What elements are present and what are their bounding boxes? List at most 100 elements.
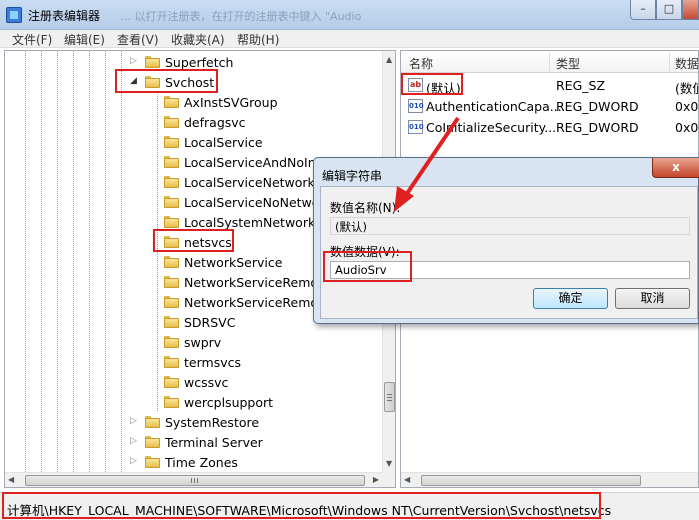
tree-item-label: swprv — [184, 335, 222, 350]
tree-item-terminal-server[interactable]: ▷ Terminal Server — [5, 432, 382, 452]
column-header-name[interactable]: 名称 — [409, 55, 433, 72]
menu-file[interactable]: 文件(F) — [12, 31, 52, 48]
value-name: CoInitializeSecurity... — [426, 120, 557, 135]
values-header: 名称 类型 数据 — [401, 51, 698, 73]
value-row-coinitializesecurity[interactable]: 010 CoInitializeSecurity... REG_DWORD 0x… — [401, 117, 699, 138]
folder-icon — [164, 156, 179, 168]
folder-icon — [145, 456, 160, 468]
folder-icon — [164, 196, 179, 208]
folder-icon — [164, 396, 179, 408]
folder-icon — [145, 436, 160, 448]
scrollbar-thumb[interactable] — [421, 475, 641, 486]
value-data: 0x00 — [675, 99, 699, 114]
value-type: REG_DWORD — [556, 120, 639, 135]
menu-edit[interactable]: 编辑(E) — [64, 31, 105, 48]
tree-item-defragsvc[interactable]: defragsvc — [5, 112, 382, 132]
highlight-registry-path — [2, 492, 601, 519]
highlight-value-data — [323, 251, 412, 282]
scroll-right-icon[interactable]: ▶ — [373, 475, 379, 484]
folder-icon — [164, 136, 179, 148]
value-type: REG_SZ — [556, 78, 606, 93]
tree-item-label: AxInstSVGroup — [184, 95, 278, 110]
expand-icon[interactable]: ▷ — [130, 56, 137, 66]
dword-value-icon: 010 — [408, 120, 424, 134]
tree-item-label: Time Zones — [165, 455, 238, 470]
tree-item-termsvcs[interactable]: termsvcs — [5, 352, 382, 372]
scrollbar-thumb[interactable] — [25, 475, 365, 486]
value-name-label: 数值名称(N): — [330, 201, 401, 215]
expand-icon[interactable]: ▷ — [130, 456, 137, 466]
expand-icon[interactable]: ▷ — [130, 436, 137, 446]
folder-icon — [164, 336, 179, 348]
folder-icon — [164, 96, 179, 108]
folder-icon — [164, 316, 179, 328]
tree-item-label: termsvcs — [184, 355, 241, 370]
menu-favorites[interactable]: 收藏夹(A) — [171, 31, 225, 48]
tree-item-label: SDRSVC — [184, 315, 236, 330]
menu-view[interactable]: 查看(V) — [117, 31, 159, 48]
ok-button[interactable]: 确定 — [533, 288, 608, 309]
folder-icon — [164, 276, 179, 288]
dialog-title: 编辑字符串 — [322, 169, 383, 183]
dialog-close-button[interactable]: x — [652, 158, 699, 178]
edit-string-dialog: 编辑字符串 x 数值名称(N): (默认) 数值数据(V): AudioSrv … — [313, 157, 699, 324]
tree-item-wcssvc[interactable]: wcssvc — [5, 372, 382, 392]
tree-item-wercplsupport[interactable]: wercplsupport — [5, 392, 382, 412]
regedit-app-icon — [6, 7, 22, 23]
tree-item-swprv[interactable]: swprv — [5, 332, 382, 352]
tree-item-time-zones[interactable]: ▷ Time Zones — [5, 452, 382, 472]
folder-icon — [164, 116, 179, 128]
highlight-default-value — [401, 73, 463, 95]
tree-item-label: wercplsupport — [184, 395, 274, 410]
folder-icon — [164, 176, 179, 188]
folder-icon — [145, 416, 160, 428]
menu-bar: 文件(F) 编辑(E) 查看(V) 收藏夹(A) 帮助(H) — [0, 30, 699, 48]
column-header-type[interactable]: 类型 — [556, 55, 580, 72]
tree-item-localservice[interactable]: LocalService — [5, 132, 382, 152]
tree-item-systemrestore[interactable]: ▷ SystemRestore — [5, 412, 382, 432]
maximize-button[interactable]: □ — [656, 0, 682, 20]
window-title: 注册表编辑器 — [28, 9, 101, 23]
scrollbar-thumb[interactable] — [384, 382, 395, 412]
tree-horizontal-scrollbar[interactable]: ◀ ▶ — [5, 472, 382, 487]
value-name-field: (默认) — [330, 217, 690, 235]
value-data: (数值 — [675, 81, 698, 96]
column-header-data[interactable]: 数据 — [675, 55, 698, 72]
dword-value-icon: 010 — [408, 99, 424, 113]
values-horizontal-scrollbar[interactable]: ◀ — [401, 472, 698, 487]
highlight-netsvcs — [153, 229, 234, 252]
tree-item-label: NetworkService — [184, 255, 283, 270]
tree-item-label: SystemRestore — [165, 415, 260, 430]
value-type: REG_DWORD — [556, 99, 639, 114]
value-row-authenticationcapabilities[interactable]: 010 AuthenticationCapa... REG_DWORD 0x00 — [401, 96, 699, 117]
folder-icon — [145, 56, 160, 68]
tree-item-label: wcssvc — [184, 375, 229, 390]
tree-item-label: Superfetch — [165, 55, 234, 70]
folder-icon — [164, 256, 179, 268]
background-window-text: … 以打开注册表，在打开的注册表中键入 "Audio — [120, 10, 362, 23]
title-bar: 注册表编辑器 … 以打开注册表，在打开的注册表中键入 "Audio – □ — [0, 0, 699, 30]
menu-help[interactable]: 帮助(H) — [237, 31, 279, 48]
folder-icon — [164, 356, 179, 368]
close-window-button[interactable] — [682, 0, 699, 20]
tree-item-label: LocalServiceNoNetwork — [184, 195, 332, 210]
value-data: 0x00 — [675, 120, 699, 135]
minimize-button[interactable]: – — [630, 0, 656, 20]
value-name: AuthenticationCapa... — [426, 99, 562, 114]
tree-item-label: defragsvc — [184, 115, 246, 130]
tree-item-label: NetworkServiceRemote — [184, 275, 331, 290]
tree-item-label: Terminal Server — [165, 435, 263, 450]
scroll-left-icon[interactable]: ◀ — [8, 475, 14, 484]
scroll-left-icon[interactable]: ◀ — [404, 475, 410, 484]
scroll-down-icon[interactable]: ▼ — [386, 459, 392, 468]
scroll-up-icon[interactable]: ▲ — [386, 55, 392, 64]
tree-item-axinstsvgroup[interactable]: AxInstSVGroup — [5, 92, 382, 112]
cancel-button[interactable]: 取消 — [615, 288, 690, 309]
tree-item-label: NetworkServiceRemote — [184, 295, 331, 310]
folder-icon — [164, 216, 179, 228]
folder-icon — [164, 376, 179, 388]
tree-item-label: LocalService — [184, 135, 263, 150]
highlight-svchost — [115, 69, 218, 93]
folder-icon — [164, 296, 179, 308]
expand-icon[interactable]: ▷ — [130, 416, 137, 426]
